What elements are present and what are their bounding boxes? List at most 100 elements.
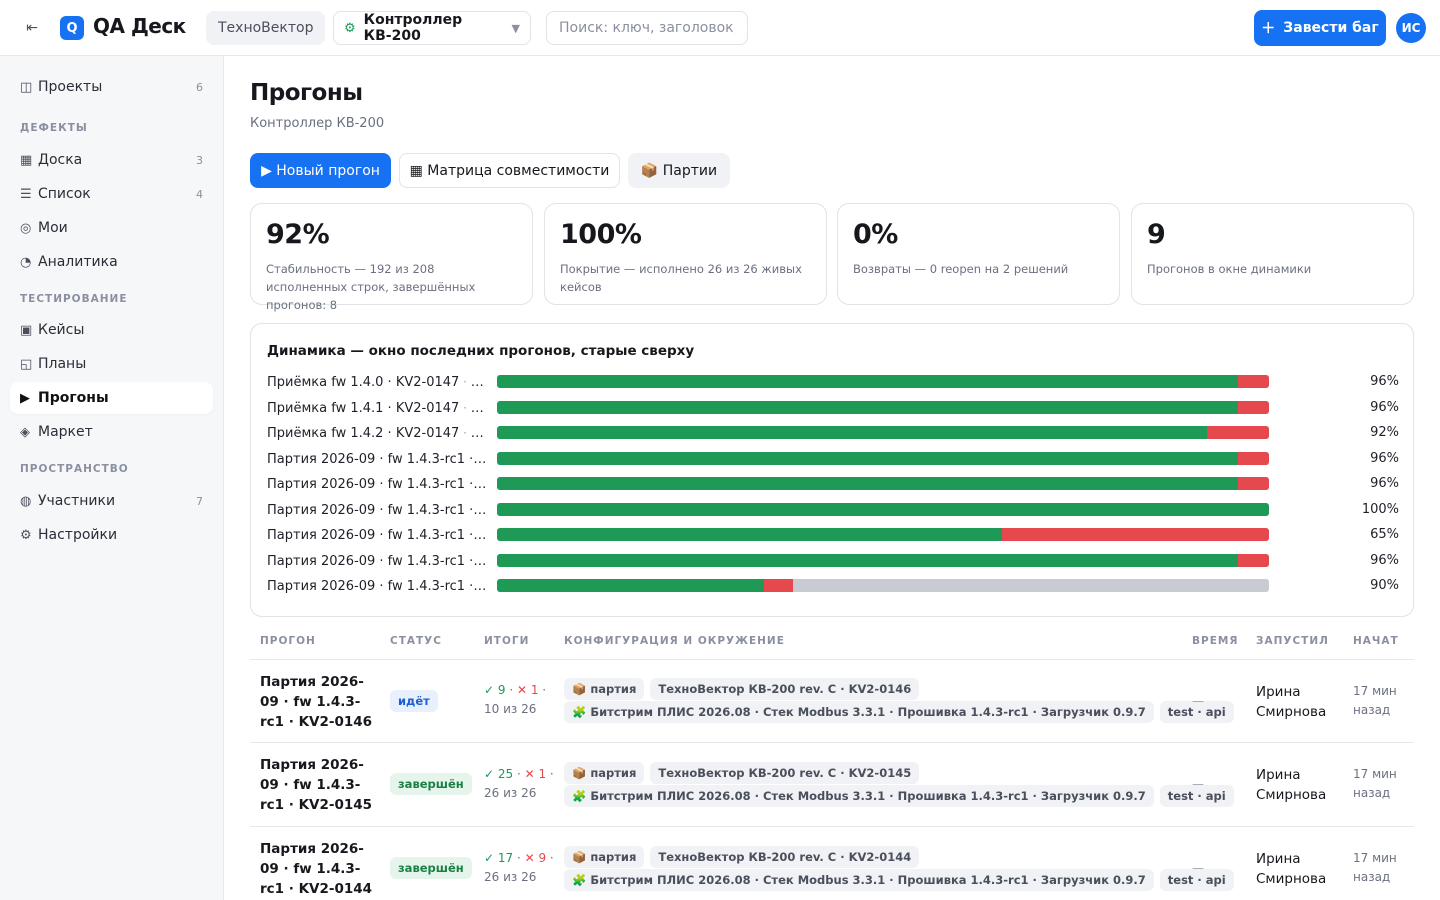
sidebar-item-runs[interactable]: ▶ Прогоны [10,382,213,414]
sidebar-item-market[interactable]: ◈ Маркет [10,416,213,448]
kpi-card-stability: 92% Стабильность — 192 из 208 исполненны… [250,203,533,312]
sidebar-item-label: Доска [38,152,83,168]
run-name[interactable]: Партия 2026-09 · fw 1.4.3-rc1 · KV2-0145 [260,755,380,815]
trend-row-label: Партия 2026-09 · fw 1.4.3-rc1 · K… [267,576,489,597]
collapse-sidebar-icon[interactable]: ⇤ [22,18,42,38]
sidebar-item-projects[interactable]: ◫ Проекты 6 [10,71,213,103]
trend-bar-fail [1207,426,1269,439]
logo-letter: Q [66,20,78,36]
trend-row-percent: 96% [1370,552,1399,568]
logo[interactable]: Q [60,16,84,40]
org-switcher[interactable]: ТехноВектор [206,11,326,45]
config-tags: 📦 партия ТехноВектор КВ-200 rev. C · KV2… [564,678,1234,724]
run-launched-by: Ирина Смирнова [1256,851,1327,887]
table-row[interactable]: Партия 2026-09 · fw 1.4.3-rc1 · KV2-0146… [250,659,1414,743]
sidebar-item-mine[interactable]: ◎ Мои [10,212,213,244]
passed-count: ✓ 25 [484,767,514,781]
trend-bar-pass [497,553,1238,567]
tag-environment[interactable]: 🧩 Битстрим ПЛИС 2026.08 · Стек Modbus 3.… [564,869,1154,891]
kpi-card-runs-count: 9 Прогонов в окне динамики [1131,203,1414,305]
section-workspace: ПРОСТРАНСТВО [20,463,129,475]
sidebar-item-board[interactable]: ▦ Доска 3 [10,144,213,176]
run-name[interactable]: Партия 2026-09 · fw 1.4.3-rc1 · KV2-0146 [260,672,380,732]
trend-bar-fail [1238,451,1269,465]
run-totals: ✓ 9 · ✕ 1 · 10 из 26 [484,683,547,716]
trend-row[interactable]: Партия 2026-09 · fw 1.4.3-rc1 · K… 96% [251,551,1415,571]
run-started-at: 17 мин назад [1353,851,1397,884]
trend-run-name: Партия 2026-09 · fw 1.4.3-rc1 · K… [267,579,489,594]
brand-name[interactable]: QA Деск [93,14,186,38]
trend-row[interactable]: Партия 2026-09 · fw 1.4.3-rc1 · K… 96% [251,449,1415,469]
trend-row-label: Партия 2026-09 · fw 1.4.3-rc1 · K… [267,449,489,470]
top-bar: ⇤ Q QA Деск ТехноВектор ⚙ Контроллер КВ-… [0,0,1440,56]
table-row[interactable]: Партия 2026-09 · fw 1.4.3-rc1 · KV2-0145… [250,742,1414,827]
tag-batch[interactable]: 📦 партия [564,846,645,868]
trend-bar-pass [497,426,1207,439]
column-header-totals[interactable]: ИТОГИ [484,635,529,647]
tag-hardware[interactable]: ТехноВектор КВ-200 rev. C · KV2-0145 [650,762,920,784]
compatibility-matrix-button[interactable]: ▦ Матрица совместимости [399,153,620,188]
list-icon: ☰ [20,186,32,202]
trend-run-name: Партия 2026-09 · fw 1.4.3-rc1 · K… [267,477,489,492]
trend-row[interactable]: Партия 2026-09 · fw 1.4.3-rc1 · K… 65% [251,525,1415,545]
run-name[interactable]: Партия 2026-09 · fw 1.4.3-rc1 · KV2-0144 [260,839,380,899]
kpi-description: Возвраты — 0 reopen на 2 решений [853,262,1069,276]
board-icon: ▦ [20,152,33,168]
run-duration: — [1192,694,1204,708]
new-run-button[interactable]: ▶ Новый прогон [250,153,391,188]
trend-bar-track [497,451,1269,465]
tag-batch[interactable]: 📦 партия [564,678,645,700]
column-header-status[interactable]: СТАТУС [390,635,442,647]
trend-row-label: Партия 2026-09 · fw 1.4.3-rc1 · K… [267,525,489,546]
sidebar: ◫ Проекты 6 ДЕФЕКТЫ ▦ Доска 3 ☰ Список 4… [0,56,224,900]
kpi-card-coverage: 100% Покрытие — исполнено 26 из 26 живых… [544,203,827,305]
trend-row[interactable]: Партия 2026-09 · fw 1.4.3-rc1 · K… 100% [251,500,1415,520]
sidebar-item-settings[interactable]: ⚙ Настройки [10,519,213,551]
trend-row[interactable]: Приёмка fw 1.4.0 · KV2-0147 · 28.… 96% [251,372,1415,392]
trend-row[interactable]: Партия 2026-09 · fw 1.4.3-rc1 · K… 96% [251,474,1415,494]
sidebar-item-label: Аналитика [38,254,118,270]
run-totals: ✓ 25 · ✕ 1 · 26 из 26 [484,767,554,800]
column-header-launched[interactable]: ЗАПУСТИЛ [1256,635,1329,647]
project-select[interactable]: ⚙ Контроллер КВ-200 ▼ [333,11,531,45]
sidebar-item-members[interactable]: ◍ Участники 7 [10,485,213,517]
failed-count: ✕ 1 [524,767,547,781]
cases-icon: ▣ [20,322,33,338]
tag-batch[interactable]: 📦 партия [564,762,645,784]
trend-bar-track [497,400,1269,414]
chip-icon: ⚙ [344,20,356,36]
column-header-config[interactable]: КОНФИГУРАЦИЯ И ОКРУЖЕНИЕ [564,635,785,647]
run-started-at: 17 мин назад [1353,684,1397,717]
sidebar-item-list[interactable]: ☰ Список 4 [10,178,213,210]
tag-environment[interactable]: 🧩 Битстрим ПЛИС 2026.08 · Стек Modbus 3.… [564,785,1154,807]
kpi-value: 0% [853,219,898,250]
trend-bar-fail [1238,553,1269,567]
sidebar-item-analytics[interactable]: ◔ Аналитика [10,246,213,278]
trend-bar-fail [1002,528,1269,541]
trend-row[interactable]: Приёмка fw 1.4.1 · KV2-0147 · 28.… 96% [251,398,1415,418]
play-icon: ▶ [20,390,30,406]
sidebar-item-cases[interactable]: ▣ Кейсы [10,314,213,346]
sidebar-item-plans[interactable]: ◱ Планы [10,348,213,380]
table-row[interactable]: Партия 2026-09 · fw 1.4.3-rc1 · KV2-0144… [250,826,1414,900]
run-started-at: 17 мин назад [1353,767,1397,800]
trend-row-label: Партия 2026-09 · fw 1.4.3-rc1 · K… [267,474,489,495]
trend-row-percent: 92% [1370,425,1399,440]
column-header-time[interactable]: ВРЕМЯ [1192,635,1238,647]
kpi-value: 100% [560,219,642,250]
tag-environment[interactable]: 🧩 Битстрим ПЛИС 2026.08 · Стек Modbus 3.… [564,701,1154,723]
column-header-run[interactable]: ПРОГОН [260,635,316,647]
batches-button[interactable]: 📦 Партии [628,153,730,188]
batches-label: Партии [662,162,718,179]
passed-count: ✓ 9 [484,683,506,697]
failed-count: ✕ 1 [516,683,539,697]
avatar[interactable]: ИС [1396,13,1426,43]
trend-run-name: Приёмка fw 1.4.2 · KV2-0147 [267,426,460,441]
search-input[interactable] [546,11,748,45]
trend-row[interactable]: Приёмка fw 1.4.2 · KV2-0147 · 28.… 92% [251,423,1415,443]
trend-row[interactable]: Партия 2026-09 · fw 1.4.3-rc1 · K… 90% [251,576,1415,596]
tag-hardware[interactable]: ТехноВектор КВ-200 rev. C · KV2-0146 [650,678,920,700]
tag-hardware[interactable]: ТехноВектор КВ-200 rev. C · KV2-0144 [650,846,920,868]
column-header-started[interactable]: НАЧАТ [1353,635,1399,647]
new-bug-button[interactable]: ＋ Завести баг [1254,10,1386,46]
